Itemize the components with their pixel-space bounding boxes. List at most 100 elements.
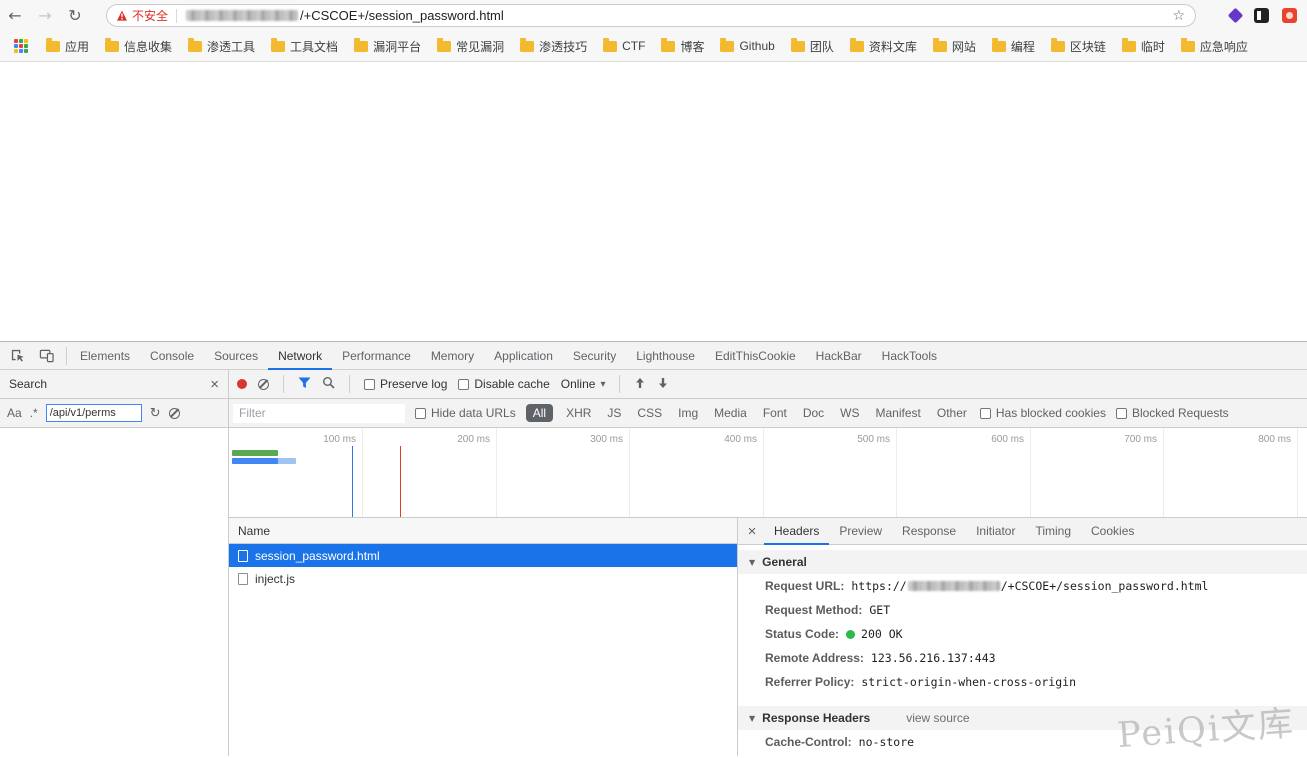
preserve-log-checkbox[interactable]: Preserve log bbox=[364, 377, 447, 391]
filter-type-js[interactable]: JS bbox=[604, 404, 624, 422]
name-column-header[interactable]: Name bbox=[229, 518, 737, 544]
bookmark-label: 编程 bbox=[1011, 38, 1035, 55]
filter-type-xhr[interactable]: XHR bbox=[563, 404, 594, 422]
response-headers-section-header[interactable]: ▼ Response Headers view source bbox=[738, 706, 1307, 730]
tab-cookies[interactable]: Cookies bbox=[1081, 518, 1144, 544]
import-har-icon[interactable] bbox=[634, 377, 646, 392]
tab-performance[interactable]: Performance bbox=[332, 342, 421, 369]
checkbox-icon[interactable] bbox=[415, 408, 426, 419]
bookmark-item[interactable]: 应用 bbox=[38, 38, 97, 55]
filter-funnel-icon[interactable] bbox=[298, 377, 311, 392]
throttling-dropdown[interactable]: Online ▾ bbox=[561, 377, 606, 391]
search-input[interactable] bbox=[46, 404, 142, 422]
disable-cache-checkbox[interactable]: Disable cache bbox=[458, 377, 549, 391]
tab-elements[interactable]: Elements bbox=[70, 342, 140, 369]
tab-application[interactable]: Application bbox=[484, 342, 563, 369]
export-har-icon[interactable] bbox=[657, 377, 669, 392]
request-row[interactable]: session_password.html bbox=[229, 544, 737, 567]
blocked-requests-checkbox[interactable]: Blocked Requests bbox=[1116, 406, 1229, 420]
tab-headers[interactable]: Headers bbox=[764, 518, 829, 544]
clear-search-icon[interactable] bbox=[169, 408, 180, 419]
match-case-toggle[interactable]: Aa bbox=[7, 406, 22, 420]
tab-hacktools[interactable]: HackTools bbox=[872, 342, 947, 369]
back-icon[interactable]: ← bbox=[0, 6, 30, 25]
reload-icon[interactable]: ↻ bbox=[60, 6, 90, 25]
bookmark-item[interactable]: 渗透技巧 bbox=[512, 38, 595, 55]
request-row[interactable]: inject.js bbox=[229, 567, 737, 590]
checkbox-icon[interactable] bbox=[980, 408, 991, 419]
bookmark-item[interactable]: 常见漏洞 bbox=[429, 38, 512, 55]
filter-type-media[interactable]: Media bbox=[711, 404, 750, 422]
page-content bbox=[0, 63, 1307, 341]
filter-type-font[interactable]: Font bbox=[760, 404, 790, 422]
bookmark-item[interactable]: 应急响应 bbox=[1173, 38, 1256, 55]
tab-network[interactable]: Network bbox=[268, 342, 332, 369]
filter-type-doc[interactable]: Doc bbox=[800, 404, 827, 422]
tab-editthiscookie[interactable]: EditThisCookie bbox=[705, 342, 806, 369]
security-warning-label[interactable]: 不安全 bbox=[132, 7, 168, 24]
bookmark-item[interactable]: 博客 bbox=[653, 38, 712, 55]
extension-dark-icon[interactable] bbox=[1254, 8, 1269, 23]
tab-security[interactable]: Security bbox=[563, 342, 626, 369]
general-section-header[interactable]: ▼ General bbox=[738, 550, 1307, 574]
extension-red-icon[interactable] bbox=[1282, 8, 1297, 23]
bookmark-star-icon[interactable]: ☆ bbox=[1172, 8, 1185, 24]
refresh-icon[interactable]: ↻ bbox=[150, 407, 161, 420]
bookmark-item[interactable]: 工具文档 bbox=[263, 38, 346, 55]
tab-timing[interactable]: Timing bbox=[1025, 518, 1081, 544]
bookmark-item[interactable]: 临时 bbox=[1114, 38, 1173, 55]
tab-initiator[interactable]: Initiator bbox=[966, 518, 1025, 544]
address-bar[interactable]: ▲ 不安全 /+CSCOE+/session_password.html ☆ bbox=[106, 4, 1196, 27]
bookmark-item[interactable]: CTF bbox=[595, 39, 653, 53]
extension-gem-icon[interactable] bbox=[1228, 8, 1244, 24]
checkbox-icon[interactable] bbox=[364, 379, 375, 390]
bookmark-item[interactable]: 编程 bbox=[984, 38, 1043, 55]
filter-type-other[interactable]: Other bbox=[934, 404, 970, 422]
close-icon[interactable]: × bbox=[740, 518, 764, 544]
network-overview-timeline[interactable]: 100 ms 200 ms 300 ms 400 ms 500 ms 600 m… bbox=[229, 428, 1307, 518]
security-warning-icon[interactable]: ▲ bbox=[117, 9, 127, 22]
bookmark-item[interactable]: Github bbox=[712, 39, 782, 53]
clear-network-log-icon[interactable] bbox=[258, 379, 269, 390]
device-toolbar-icon[interactable] bbox=[33, 344, 59, 368]
bookmark-item[interactable]: 团队 bbox=[783, 38, 842, 55]
hide-data-urls-checkbox[interactable]: Hide data URLs bbox=[415, 406, 516, 420]
search-controls: Aa .* ↻ bbox=[0, 399, 228, 428]
filter-type-all[interactable]: All bbox=[526, 404, 553, 422]
bookmark-label: 网站 bbox=[952, 38, 976, 55]
tab-lighthouse[interactable]: Lighthouse bbox=[626, 342, 705, 369]
folder-icon bbox=[105, 41, 119, 52]
bookmark-item[interactable]: 资料文库 bbox=[842, 38, 925, 55]
checkbox-label: Preserve log bbox=[380, 377, 447, 391]
network-filter-row: Hide data URLs All XHR JS CSS Img Media … bbox=[229, 399, 1307, 428]
bookmark-item[interactable]: 区块链 bbox=[1043, 38, 1114, 55]
filter-type-img[interactable]: Img bbox=[675, 404, 701, 422]
regex-toggle[interactable]: .* bbox=[30, 406, 38, 420]
tab-memory[interactable]: Memory bbox=[421, 342, 484, 369]
checkbox-icon[interactable] bbox=[458, 379, 469, 390]
tab-preview[interactable]: Preview bbox=[829, 518, 892, 544]
network-filter-input[interactable] bbox=[233, 404, 405, 423]
bookmark-item[interactable]: 渗透工具 bbox=[180, 38, 263, 55]
apps-grid-icon[interactable] bbox=[14, 39, 28, 53]
filter-type-ws[interactable]: WS bbox=[837, 404, 862, 422]
bookmark-item[interactable]: 网站 bbox=[925, 38, 984, 55]
tab-sources[interactable]: Sources bbox=[204, 342, 268, 369]
header-label: Remote Address: bbox=[765, 651, 864, 665]
bookmark-item[interactable]: 漏洞平台 bbox=[346, 38, 429, 55]
checkbox-icon[interactable] bbox=[1116, 408, 1127, 419]
filter-type-css[interactable]: CSS bbox=[634, 404, 665, 422]
tab-hackbar[interactable]: HackBar bbox=[806, 342, 872, 369]
filter-type-manifest[interactable]: Manifest bbox=[873, 404, 924, 422]
forward-icon[interactable]: → bbox=[30, 6, 60, 25]
close-icon[interactable]: × bbox=[210, 377, 219, 392]
bookmark-item[interactable]: 信息收集 bbox=[97, 38, 180, 55]
inspect-element-icon[interactable] bbox=[4, 344, 30, 368]
record-icon[interactable] bbox=[237, 379, 247, 389]
tab-label: Headers bbox=[774, 524, 819, 538]
view-source-link[interactable]: view source bbox=[906, 711, 969, 725]
search-network-icon[interactable] bbox=[322, 376, 335, 392]
tab-response[interactable]: Response bbox=[892, 518, 966, 544]
tab-console[interactable]: Console bbox=[140, 342, 204, 369]
has-blocked-cookies-checkbox[interactable]: Has blocked cookies bbox=[980, 406, 1106, 420]
